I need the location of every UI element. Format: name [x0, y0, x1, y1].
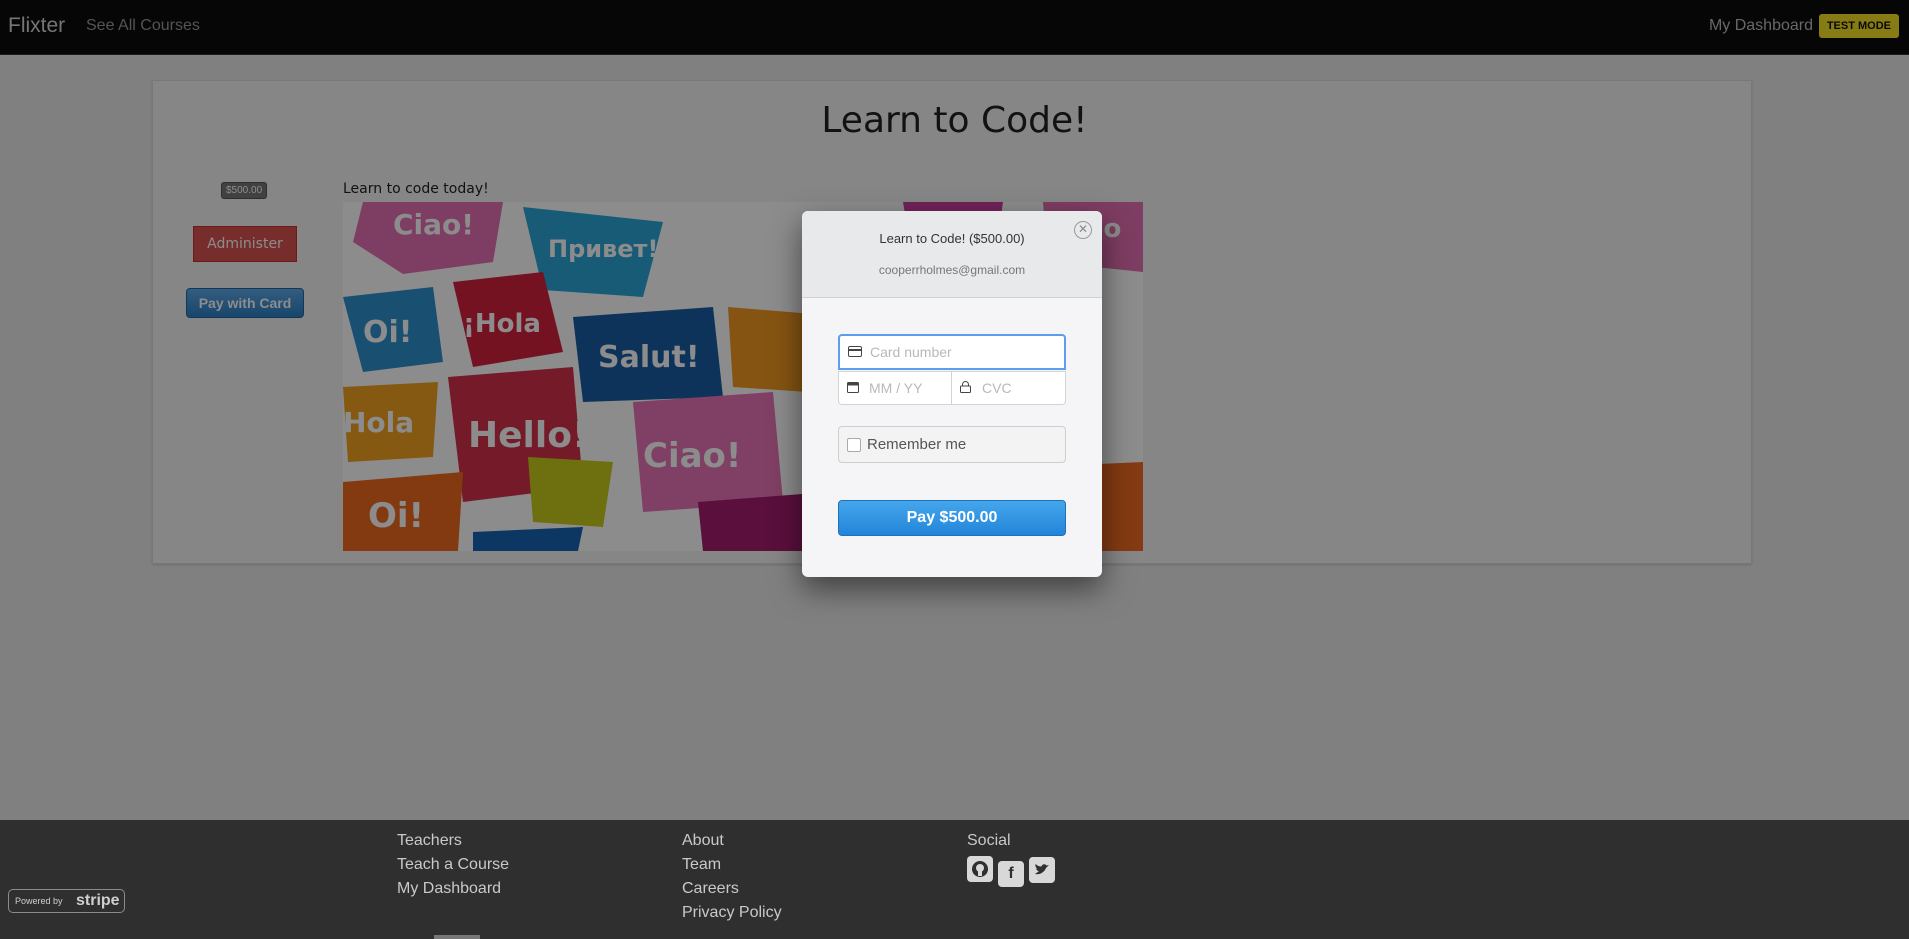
checkout-modal: Learn to Code! ($500.00) cooperrholmes@g… [802, 211, 1102, 577]
facebook-icon[interactable]: f [998, 861, 1024, 887]
twitter-icon[interactable] [1029, 857, 1055, 883]
footer-column-about: About Team Careers Privacy Policy [682, 832, 782, 928]
cvc-input[interactable]: CVC [951, 371, 1066, 405]
checkout-email: cooperrholmes@gmail.com [878, 263, 1026, 277]
remember-me-toggle[interactable]: Remember me [838, 426, 1066, 463]
checkout-title: Learn to Code! ($500.00) [879, 231, 1025, 246]
footer-link-careers[interactable]: Careers [682, 880, 782, 904]
card-number-input[interactable]: Card number [838, 334, 1066, 370]
credit-card-icon [848, 344, 862, 360]
footer-link-my-dashboard[interactable]: My Dashboard [397, 880, 509, 904]
powered-by-label: Powered by [15, 896, 63, 906]
expiry-placeholder: MM / YY [869, 380, 923, 396]
footer-link-about[interactable]: About [682, 832, 782, 856]
footer-link-team[interactable]: Team [682, 856, 782, 880]
github-icon[interactable] [967, 856, 993, 882]
expiry-input[interactable]: MM / YY [838, 371, 952, 405]
card-number-placeholder: Card number [870, 344, 952, 360]
footer: Teachers Teach a Course My Dashboard Abo… [0, 820, 1909, 939]
footer-link-teach-a-course[interactable]: Teach a Course [397, 856, 509, 880]
footer-link-privacy-policy[interactable]: Privacy Policy [682, 904, 782, 928]
scroll-indicator [434, 935, 480, 939]
lock-icon [960, 380, 971, 396]
pay-button[interactable]: Pay $500.00 [838, 500, 1066, 536]
footer-column-social: Social [967, 832, 1011, 856]
close-icon[interactable]: ✕ [1074, 221, 1092, 239]
social-icons: f [967, 856, 1060, 887]
cvc-placeholder: CVC [982, 380, 1012, 396]
calendar-icon [847, 380, 859, 396]
footer-column-teachers: Teachers Teach a Course My Dashboard [397, 832, 509, 904]
checkout-modal-header: Learn to Code! ($500.00) cooperrholmes@g… [802, 211, 1102, 298]
stripe-logo: stripe [76, 892, 120, 909]
remember-me-label: Remember me [867, 436, 967, 453]
remember-me-checkbox[interactable] [847, 438, 861, 452]
powered-by-stripe-badge[interactable]: Powered by stripe [8, 889, 125, 913]
social-heading: Social [967, 832, 1011, 849]
footer-link-teachers[interactable]: Teachers [397, 832, 509, 856]
